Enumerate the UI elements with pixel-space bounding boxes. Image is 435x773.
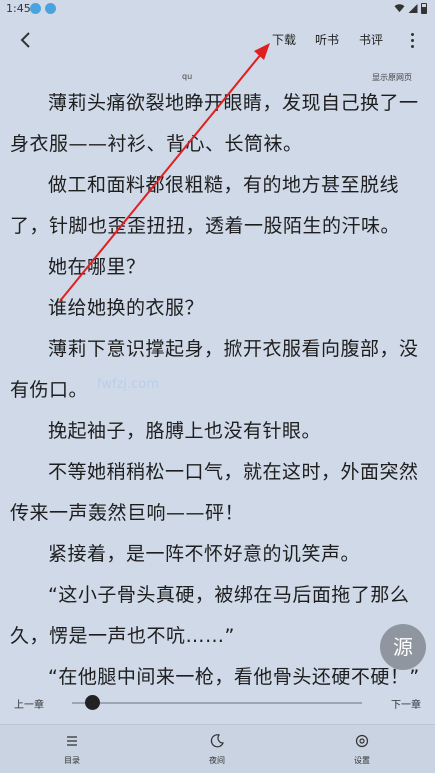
source-button[interactable]: 源 bbox=[380, 624, 426, 670]
show-original-page-link[interactable]: 显示原网页 bbox=[372, 72, 412, 83]
chapter-content: 薄莉头痛欲裂地睁开眼睛，发现自己换了一身衣服——衬衫、背心、长筒袜。 做工和面料… bbox=[10, 83, 420, 698]
reader-top-bar: 下载 听书 书评 bbox=[0, 18, 435, 62]
night-mode-button[interactable]: 夜间 bbox=[187, 733, 247, 766]
chapter-source-label: qu bbox=[182, 72, 193, 81]
next-chapter-button[interactable]: 下一章 bbox=[391, 696, 421, 711]
moon-icon bbox=[210, 734, 224, 748]
more-options-icon[interactable] bbox=[405, 28, 421, 52]
notification-app-icon bbox=[45, 3, 56, 14]
settings-button[interactable]: 设置 bbox=[332, 733, 392, 766]
night-label: 夜间 bbox=[209, 756, 225, 765]
paragraph: 薄莉下意识撑起身，掀开衣服看向腹部，没有伤口。 bbox=[10, 338, 419, 401]
download-button[interactable]: 下载 bbox=[272, 31, 296, 48]
settings-label: 设置 bbox=[354, 756, 370, 765]
paragraph: 薄莉头痛欲裂地睁开眼睛，发现自己换了一身衣服——衬衫、背心、长筒袜。 bbox=[10, 92, 419, 155]
paragraph: 不等她稍稍松一口气，就在这时，外面突然传来一声轰然巨响——砰！ bbox=[10, 461, 419, 524]
catalog-label: 目录 bbox=[64, 756, 80, 765]
paragraph: 她在哪里？ bbox=[48, 256, 146, 278]
chapter-progress: 上一章 下一章 bbox=[0, 690, 435, 716]
wifi-icon bbox=[394, 4, 405, 13]
signal-icon bbox=[408, 4, 418, 13]
status-time: 1:45 bbox=[6, 2, 31, 15]
catalog-button[interactable]: 目录 bbox=[42, 733, 102, 766]
watermark: fwfzj.com bbox=[97, 377, 159, 392]
bottom-nav: 目录 夜间 设置 bbox=[0, 724, 435, 773]
paragraph: 做工和面料都很粗糙，有的地方甚至脱线了，针脚也歪歪扭扭，透着一股陌生的汗味。 bbox=[10, 174, 401, 237]
paragraph: 挽起袖子，胳膊上也没有针眼。 bbox=[48, 420, 322, 442]
paragraph: 紧接着，是一阵不怀好意的讥笑声。 bbox=[48, 543, 361, 565]
paragraph: “这小子骨头真硬，被绑在马后面拖了那么久，愣是一声也不吭……” bbox=[10, 584, 410, 647]
listen-button[interactable]: 听书 bbox=[315, 31, 339, 48]
battery-icon bbox=[421, 3, 427, 14]
status-bar: 1:45 bbox=[0, 0, 435, 18]
review-button[interactable]: 书评 bbox=[359, 31, 383, 48]
notification-app-icon bbox=[30, 3, 41, 14]
prev-chapter-button[interactable]: 上一章 bbox=[14, 696, 44, 711]
list-icon bbox=[67, 736, 77, 746]
back-arrow-icon[interactable] bbox=[14, 28, 38, 52]
gear-icon bbox=[355, 734, 369, 748]
progress-thumb[interactable] bbox=[84, 695, 100, 710]
paragraph: 谁给她换的衣服？ bbox=[48, 297, 205, 319]
progress-slider[interactable] bbox=[72, 702, 362, 704]
status-icons bbox=[394, 3, 427, 14]
